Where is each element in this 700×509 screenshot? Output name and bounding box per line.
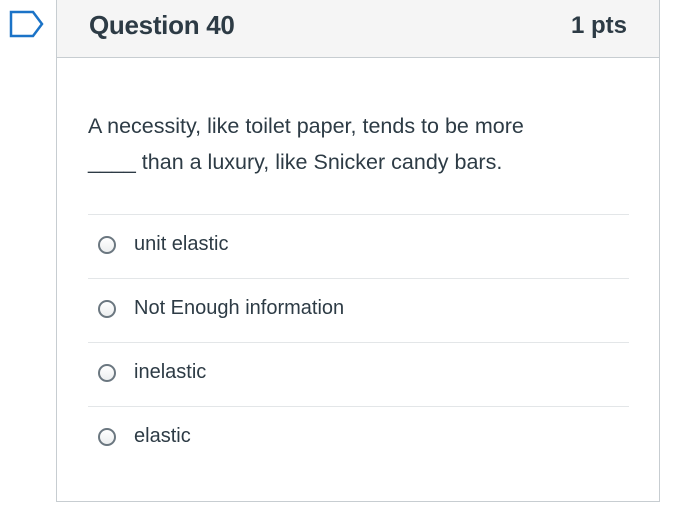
answer-option-elastic[interactable]: elastic [88,406,629,470]
radio-button-icon[interactable] [98,300,116,318]
question-text-line-2: ____ than a luxury, like Snicker candy b… [88,150,503,174]
answer-option-inelastic[interactable]: inelastic [88,342,629,406]
question-title: Question 40 [89,10,235,40]
answer-label[interactable]: inelastic [134,361,206,384]
question-card: Question 40 1 pts A necessity, like toil… [56,0,660,502]
answer-label[interactable]: unit elastic [134,233,229,256]
radio-button-icon[interactable] [98,236,116,254]
answer-option-not-enough-information[interactable]: Not Enough information [88,278,629,342]
question-header: Question 40 1 pts [57,0,659,58]
flag-question-icon[interactable] [9,10,45,38]
answer-label[interactable]: Not Enough information [134,297,344,320]
question-text: A necessity, like toilet paper, tends to… [88,108,628,180]
radio-button-icon[interactable] [98,364,116,382]
question-text-line-1: A necessity, like toilet paper, tends to… [88,114,524,138]
answer-option-unit-elastic[interactable]: unit elastic [88,214,629,278]
radio-button-icon[interactable] [98,428,116,446]
question-points: 1 pts [570,12,627,39]
answer-label[interactable]: elastic [134,425,191,448]
quiz-page: Question 40 1 pts A necessity, like toil… [0,0,700,509]
answer-list: unit elastic Not Enough information inel… [88,214,629,470]
